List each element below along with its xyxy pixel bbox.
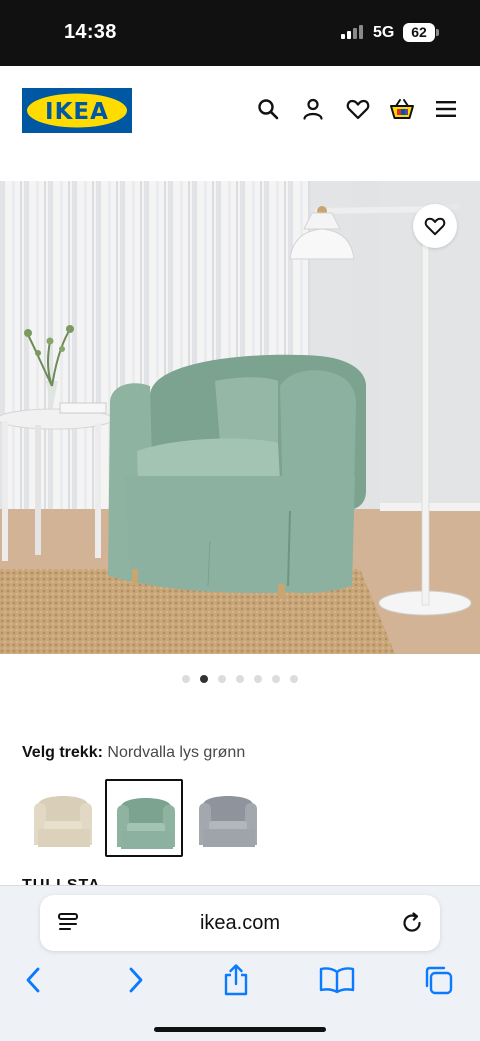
logo-text: IKEA [45, 99, 109, 125]
signal-icon [341, 25, 367, 39]
heart-icon [424, 217, 446, 236]
share-button[interactable] [216, 960, 256, 1000]
site-header: IKEA [0, 66, 480, 181]
gallery-dot[interactable] [182, 675, 190, 683]
status-bar: 14:38 5G 62 [0, 0, 480, 66]
menu-icon[interactable] [433, 96, 459, 122]
gallery-pagination [0, 674, 480, 684]
forward-button[interactable] [116, 960, 156, 1000]
battery-icon: 62 [403, 23, 435, 42]
cover-option-beige[interactable] [24, 779, 102, 857]
search-icon[interactable] [255, 96, 281, 122]
battery-tip [436, 29, 439, 36]
tabs-icon [425, 966, 453, 995]
cover-option-light-green[interactable] [105, 779, 183, 857]
url-text: ikea.com [199, 912, 281, 934]
ikea-logo[interactable]: IKEA [22, 88, 132, 133]
favorite-button[interactable] [413, 204, 457, 248]
status-time: 14:38 [64, 21, 117, 43]
tabs-button[interactable] [418, 960, 458, 1000]
browser-toolbar: ikea.com [0, 885, 480, 1041]
cover-value: Nordvalla lys grønn [107, 744, 246, 761]
chevron-right-icon [129, 967, 143, 993]
shopping-bag-icon[interactable] [389, 96, 415, 122]
book-icon [319, 967, 355, 994]
address-bar[interactable]: ikea.com [40, 895, 440, 951]
gallery-dot[interactable] [254, 675, 262, 683]
back-button[interactable] [13, 960, 53, 1000]
gallery-dot-active[interactable] [200, 675, 208, 683]
chevron-left-icon [26, 967, 40, 993]
user-icon[interactable] [300, 96, 326, 122]
gallery-dot[interactable] [218, 675, 226, 683]
gallery-dot[interactable] [236, 675, 244, 683]
product-image[interactable] [0, 181, 480, 654]
gallery-dot[interactable] [272, 675, 280, 683]
heart-icon[interactable] [345, 96, 371, 122]
share-icon [224, 964, 248, 996]
cover-option-grey[interactable] [189, 779, 267, 857]
home-indicator [154, 1027, 326, 1032]
bookmarks-button[interactable] [317, 960, 357, 1000]
reload-icon[interactable] [400, 911, 424, 940]
cover-label: Velg trekk: [22, 744, 103, 761]
network-label: 5G [373, 24, 395, 41]
cover-selector-label: Velg trekk: Nordvalla lys grønn [22, 744, 245, 762]
gallery-dot[interactable] [290, 675, 298, 683]
